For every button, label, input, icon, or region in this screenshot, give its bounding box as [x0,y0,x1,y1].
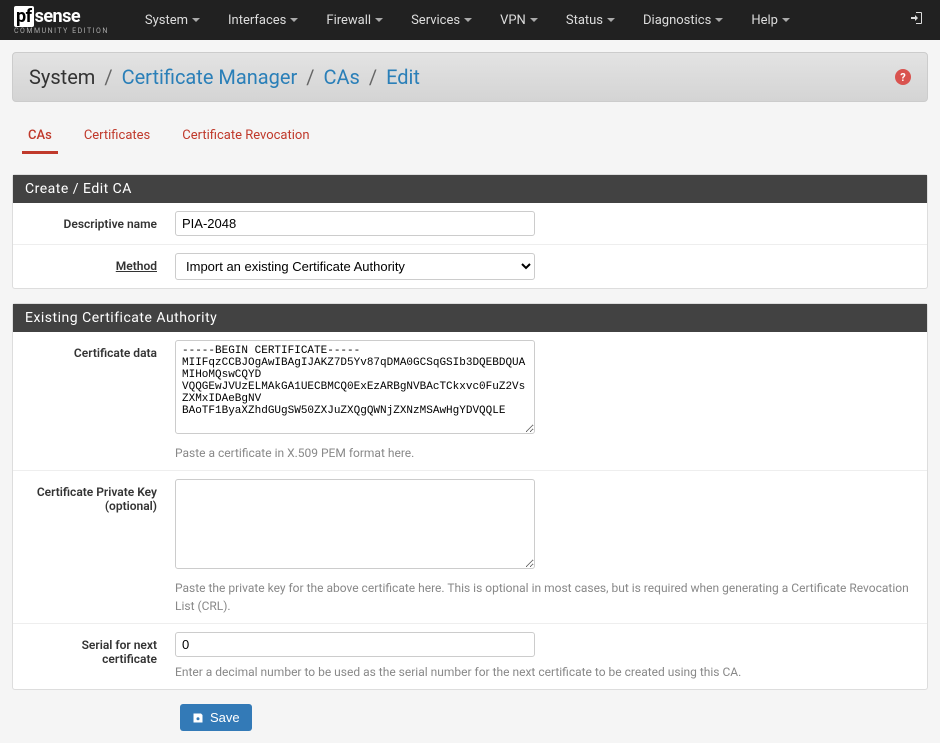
breadcrumb: System / Certificate Manager / CAs / Edi… [29,65,420,89]
select-method[interactable]: Import an existing Certificate Authority [175,253,535,280]
breadcrumb-cert-manager[interactable]: Certificate Manager [122,65,298,89]
input-descriptive-name[interactable] [175,211,535,236]
breadcrumb-root[interactable]: System [29,65,95,89]
panel-header-existing: Existing Certificate Authority [13,304,927,332]
label-method: Method [25,253,175,273]
navbar: pfsense COMMUNITY EDITION System Interfa… [0,0,940,40]
tab-cert-revocation[interactable]: Certificate Revocation [176,120,315,154]
chevron-down-icon [464,18,472,22]
chevron-down-icon [375,18,383,22]
nav-system[interactable]: System [131,3,214,38]
breadcrumb-cas[interactable]: CAs [323,65,359,89]
nav-interfaces[interactable]: Interfaces [214,3,312,38]
help-cert-data: Paste a certificate in X.509 PEM format … [175,444,915,462]
panel-existing-ca: Existing Certificate Authority Certifica… [12,303,928,690]
brand-logo[interactable]: pfsense COMMUNITY EDITION [14,6,109,35]
logout-icon[interactable] [910,10,926,30]
panel-header-create: Create / Edit CA [13,175,927,203]
nav-vpn[interactable]: VPN [486,3,552,38]
nav-services[interactable]: Services [397,3,486,38]
nav-status[interactable]: Status [552,3,629,38]
save-icon [192,712,204,724]
page-header: System / Certificate Manager / CAs / Edi… [12,52,928,102]
chevron-down-icon [192,18,200,22]
help-private-key: Paste the private key for the above cert… [175,579,915,615]
textarea-cert-data[interactable]: -----BEGIN CERTIFICATE----- MIIFqzCCBJOg… [175,340,535,434]
help-serial: Enter a decimal number to be used as the… [175,663,915,681]
label-serial: Serial for next certificate [25,632,175,666]
brand-edition: COMMUNITY EDITION [14,27,109,35]
tab-cas[interactable]: CAs [22,120,58,154]
tab-certificates[interactable]: Certificates [78,120,156,154]
label-private-key: Certificate Private Key (optional) [25,479,175,513]
input-serial[interactable] [175,632,535,657]
chevron-down-icon [715,18,723,22]
chevron-down-icon [607,18,615,22]
nav-firewall[interactable]: Firewall [312,3,397,38]
textarea-private-key[interactable] [175,479,535,569]
chevron-down-icon [290,18,298,22]
save-button[interactable]: Save [180,704,252,731]
tabs: CAs Certificates Certificate Revocation [12,120,928,154]
nav-help[interactable]: Help [737,3,804,38]
save-button-label: Save [210,710,240,725]
nav-diagnostics[interactable]: Diagnostics [629,3,737,38]
label-descriptive-name: Descriptive name [25,211,175,231]
panel-create-edit: Create / Edit CA Descriptive name Method… [12,174,928,289]
chevron-down-icon [782,18,790,22]
help-icon[interactable]: ? [895,69,911,85]
label-cert-data: Certificate data [25,340,175,360]
chevron-down-icon [530,18,538,22]
breadcrumb-edit[interactable]: Edit [386,65,420,89]
